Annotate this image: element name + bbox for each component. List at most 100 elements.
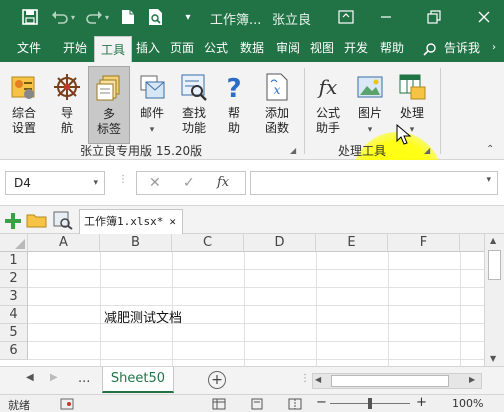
row-header-4[interactable]: 4	[0, 306, 28, 324]
column-header-b[interactable]: B	[100, 234, 172, 252]
compass-icon	[52, 72, 82, 102]
redo-icon[interactable]	[84, 7, 104, 27]
tell-me-icon[interactable]	[420, 34, 440, 62]
group-name-main: 张立良专用版 15.20版	[80, 144, 203, 158]
new-doc-icon[interactable]	[118, 7, 138, 27]
tab-page[interactable]: 页面	[166, 34, 198, 62]
tab-review[interactable]: 审阅	[272, 34, 304, 62]
scroll-up-icon[interactable]: ▲	[490, 236, 496, 245]
group-separator-2	[440, 68, 441, 154]
insert-function-icon[interactable]: fx	[217, 175, 229, 190]
next-sheet-icon[interactable]: ▶	[50, 372, 58, 383]
macro-record-icon[interactable]	[60, 398, 74, 410]
undo-dropdown-icon[interactable]: ▾	[68, 7, 78, 27]
find-function-icon	[179, 72, 209, 102]
scroll-right-icon[interactable]: ▶	[469, 375, 475, 384]
cancel-icon[interactable]: ✕	[149, 175, 161, 191]
horizontal-scroll-thumb[interactable]	[331, 375, 449, 387]
group1-launcher-icon[interactable]: ◢	[290, 146, 300, 156]
add-function-button[interactable]: x 添加 函数	[256, 66, 298, 144]
formula-input[interactable]: ▾	[250, 171, 498, 195]
column-header-c[interactable]: C	[172, 234, 244, 252]
close-tab-icon[interactable]: ✕	[169, 210, 176, 233]
formula-bar: D4 ▾ ⋮ ✕ ✓ fx ▾	[0, 160, 504, 206]
expand-formula-bar-icon[interactable]: ▾	[486, 175, 491, 185]
column-header-f[interactable]: F	[388, 234, 460, 252]
close-window-icon[interactable]	[474, 7, 494, 27]
open-folder-icon[interactable]	[26, 211, 48, 229]
more-tabs-icon[interactable]: ›	[486, 34, 502, 62]
scroll-thumb[interactable]	[488, 250, 501, 280]
ribbon-options-icon[interactable]	[336, 7, 356, 27]
name-box[interactable]: D4 ▾	[5, 171, 105, 195]
add-sheet-icon[interactable]: +	[208, 371, 226, 389]
find-function-button[interactable]: 查找 功能	[174, 66, 214, 144]
tab-split-grip-icon[interactable]: ⋮	[300, 373, 310, 384]
page-layout-view-icon[interactable]	[250, 398, 264, 410]
tab-view[interactable]: 视图	[306, 34, 338, 62]
mail-button[interactable]: 邮件 ▾	[132, 66, 172, 144]
help-button[interactable]: ? 帮助	[216, 66, 252, 144]
name-box-dropdown-icon[interactable]: ▾	[93, 172, 98, 194]
zoom-slider-thumb[interactable]	[368, 398, 372, 409]
workbook-tab[interactable]: 工作簿1.xlsx* ✕	[79, 209, 183, 234]
more-sheets-button[interactable]: ...	[78, 371, 90, 386]
scroll-down-icon[interactable]: ▼	[490, 354, 496, 363]
save-icon[interactable]	[20, 7, 40, 27]
collapse-ribbon-icon[interactable]: ⌃	[486, 144, 494, 155]
normal-view-icon[interactable]	[212, 398, 226, 410]
zoom-slider[interactable]	[330, 398, 410, 409]
scan-icon[interactable]	[52, 210, 74, 230]
sheet-tab-active[interactable]: Sheet50	[102, 367, 174, 393]
navigation-button[interactable]: 导航	[46, 66, 88, 144]
column-header-d[interactable]: D	[244, 234, 316, 252]
tab-insert[interactable]: 插入	[132, 34, 164, 62]
page-break-view-icon[interactable]	[288, 398, 302, 410]
tab-file[interactable]: 文件	[8, 34, 50, 62]
column-header-e[interactable]: E	[316, 234, 388, 252]
tab-data[interactable]: 数据	[236, 34, 268, 62]
zoom-level[interactable]: 100%	[452, 397, 483, 410]
select-all-corner[interactable]	[0, 234, 28, 252]
tab-developer[interactable]: 开发	[340, 34, 372, 62]
mail-dropdown-icon: ▾	[149, 125, 155, 135]
horizontal-scrollbar[interactable]: ◀ ▶	[312, 373, 482, 389]
multi-tab-label-2: 标签	[96, 122, 121, 136]
restore-icon[interactable]	[424, 7, 444, 27]
redo-dropdown-icon[interactable]: ▾	[102, 7, 112, 27]
prev-sheet-icon[interactable]: ◀	[26, 372, 34, 383]
ribbon-tabs: 文件 开始 工具 插入 页面 公式 数据 审阅 视图 开发 帮助 告诉我 ›	[0, 34, 504, 62]
undo-icon[interactable]	[50, 7, 70, 27]
customize-qat-icon[interactable]: ▾	[178, 7, 198, 27]
picture-icon	[355, 72, 385, 102]
row-header-2[interactable]: 2	[0, 270, 28, 288]
print-preview-icon[interactable]	[146, 7, 166, 27]
row-header-3[interactable]: 3	[0, 288, 28, 306]
enter-icon[interactable]: ✓	[183, 175, 195, 191]
title-bar: ▾ ▾ ▾ 工作簿... 张立良	[0, 0, 504, 34]
multi-tab-button[interactable]: 多标签	[88, 66, 130, 144]
row-header-1[interactable]: 1	[0, 252, 28, 270]
zoom-in-button[interactable]: +	[416, 395, 427, 410]
settings-button[interactable]: 综合 设置	[4, 66, 44, 144]
tab-help[interactable]: 帮助	[376, 34, 408, 62]
zoom-out-button[interactable]: −	[316, 395, 327, 410]
column-header-a[interactable]: A	[28, 234, 100, 252]
cell-b4[interactable]: 减肥测试文档	[104, 310, 182, 328]
minimize-icon[interactable]	[376, 7, 396, 27]
navigation-label-2: 航	[60, 121, 73, 135]
column-header-g[interactable]	[460, 234, 484, 252]
row-header-6[interactable]: 6	[0, 342, 28, 360]
workbook-tab-label: 工作簿1.xlsx*	[84, 215, 164, 228]
tab-formulas[interactable]: 公式	[200, 34, 232, 62]
tab-tools[interactable]: 工具	[94, 36, 132, 62]
tab-home[interactable]: 开始	[58, 34, 92, 62]
picture-button[interactable]: 图片 ▾	[350, 66, 390, 144]
vertical-scrollbar[interactable]: ▲ ▼	[484, 234, 504, 366]
group2-launcher-icon[interactable]: ◢	[424, 146, 434, 156]
row-header-5[interactable]: 5	[0, 324, 28, 342]
formula-helper-button[interactable]: fx 公式 助手	[308, 66, 348, 144]
add-workbook-icon[interactable]	[4, 212, 22, 230]
tell-me-label[interactable]: 告诉我	[440, 34, 484, 62]
scroll-left-icon[interactable]: ◀	[315, 375, 321, 384]
